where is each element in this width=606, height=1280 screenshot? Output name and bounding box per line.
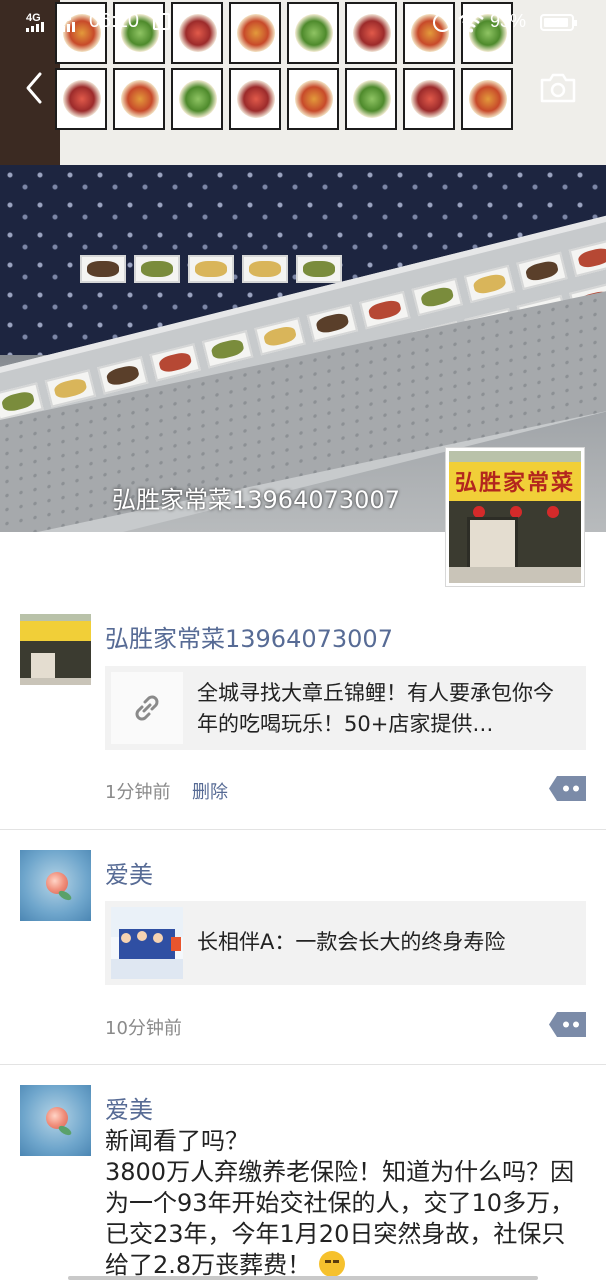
scrollbar[interactable]	[68, 1276, 538, 1280]
cover-name-label: 弘胜家常菜13964073007	[112, 486, 400, 514]
post-time: 10分钟前	[105, 1018, 182, 1039]
avatar[interactable]	[20, 850, 91, 921]
wifi-icon	[458, 12, 484, 33]
delete-link[interactable]: 删除	[192, 778, 228, 804]
alarm-icon	[433, 13, 452, 32]
link-title: 长相伴A：一款会长大的终身寿险	[197, 930, 506, 954]
link-icon	[135, 695, 159, 721]
camera-icon	[540, 73, 576, 103]
back-button[interactable]	[18, 68, 54, 108]
more-dots-icon	[549, 1012, 586, 1037]
status-bar: 4G 4G 06:10 93%	[0, 0, 606, 46]
link-title: 全城寻找大章丘锦鲤！有人要承包你今年的吃喝玩乐！50+店家提供…	[197, 681, 554, 736]
more-dots-icon	[549, 776, 586, 801]
post-author-name[interactable]: 爱美	[105, 855, 153, 890]
cover-top-bowls	[80, 255, 342, 283]
profile-avatar[interactable]: 弘胜家常菜	[445, 447, 585, 587]
notification-icon	[153, 13, 170, 30]
camera-button[interactable]	[538, 70, 578, 106]
comment-more-button[interactable]	[549, 776, 586, 801]
battery-icon	[540, 14, 577, 31]
post-text-line: 新闻看了吗？	[105, 1127, 249, 1155]
menu-pictures-row-middle	[55, 68, 513, 130]
crying-emoji-icon	[318, 1251, 345, 1277]
store-sign: 弘胜家常菜	[449, 461, 581, 502]
signal-icon	[26, 22, 44, 32]
post-author-name[interactable]: 弘胜家常菜13964073007	[105, 619, 393, 654]
store-photo: 弘胜家常菜	[449, 451, 581, 583]
post-text: 新闻看了吗？ 3800万人弃缴养老保险！知道为什么吗？因为一个93年开始交社保的…	[105, 1126, 585, 1280]
shared-link-card[interactable]: 全城寻找大章丘锦鲤！有人要承包你今年的吃喝玩乐！50+店家提供…	[105, 666, 586, 750]
clock: 06:10	[89, 10, 140, 32]
chevron-left-icon	[26, 72, 42, 104]
avatar[interactable]	[20, 1085, 91, 1156]
post-divider	[0, 829, 606, 830]
shared-link-card[interactable]: 长相伴A：一款会长大的终身寿险	[105, 901, 586, 985]
post-time: 1分钟前	[105, 782, 171, 803]
link-thumbnail	[111, 672, 183, 744]
post-author-name[interactable]: 爱美	[105, 1090, 153, 1125]
signal-icon-2	[57, 22, 75, 32]
post-text-paragraph: 3800万人弃缴养老保险！知道为什么吗？因为一个93年开始交社保的人，交了10多…	[105, 1157, 585, 1280]
battery-percent: 93%	[490, 11, 527, 31]
comment-more-button[interactable]	[549, 1012, 586, 1037]
post-divider	[0, 1064, 606, 1065]
avatar[interactable]	[20, 614, 91, 685]
link-thumbnail	[111, 907, 183, 979]
